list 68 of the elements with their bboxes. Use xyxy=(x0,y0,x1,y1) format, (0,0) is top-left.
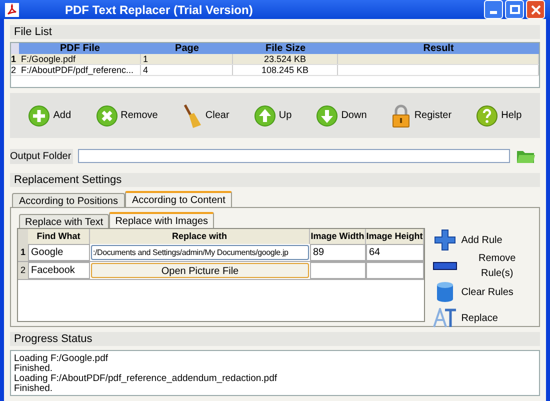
table-cell: Google xyxy=(31,247,64,258)
window-title: PDF Text Replacer (Trial Version) xyxy=(65,2,253,18)
help-icon xyxy=(476,104,498,126)
text-replace-icon xyxy=(433,308,458,328)
action-button[interactable]: Remove Rule(s) xyxy=(433,256,533,276)
tab[interactable]: Replace with Text xyxy=(19,214,110,228)
log-line: Finished. xyxy=(14,384,54,394)
table-cell: F:/AboutPDF/pdf_referenc... xyxy=(21,65,134,75)
rule-row[interactable]: 1 Google :/Documents and Settings/admin/My Documents/google.jp 89 64 xyxy=(18,244,424,262)
close-icon xyxy=(96,104,118,126)
action-button[interactable]: Replace xyxy=(433,308,533,328)
table-cell: 89 xyxy=(313,247,324,258)
file-row[interactable]: 2 F:/AboutPDF/pdf_referenc... 4 108.245 KB xyxy=(11,65,539,76)
row-number: 2 xyxy=(18,262,28,279)
tab[interactable]: According to Content xyxy=(124,191,232,207)
close-button[interactable] xyxy=(526,0,545,19)
minimize-button[interactable] xyxy=(484,0,503,19)
column-header: Page xyxy=(174,43,200,54)
close-icon xyxy=(530,4,540,14)
table-cell: Facebook xyxy=(31,265,75,276)
header-corner xyxy=(11,43,19,54)
picture-path-field[interactable]: :/Documents and Settings/admin/My Documents/google.jp xyxy=(91,245,309,260)
table-cell: 1 xyxy=(143,54,148,64)
open-picture-button[interactable]: Open Picture File xyxy=(91,263,309,278)
table-cell: 64 xyxy=(369,247,380,258)
table-cell: F:/Google.pdf xyxy=(21,54,76,64)
minus-icon xyxy=(433,262,458,270)
table-cell: 23.524 KB xyxy=(264,54,306,64)
maximize-button[interactable] xyxy=(505,0,524,19)
cylinder-icon xyxy=(436,281,454,303)
plus-icon xyxy=(28,104,50,126)
rule-row[interactable]: 2 Facebook Open Picture File xyxy=(18,262,424,280)
section-header: File List xyxy=(10,25,540,39)
output-folder-field[interactable] xyxy=(78,149,510,163)
toolbar-button[interactable]: Help xyxy=(476,104,522,126)
section-header: Replacement Settings xyxy=(10,173,540,187)
log-line: Finished. xyxy=(14,364,54,374)
maximize-icon xyxy=(510,5,520,14)
toolbar-button[interactable]: Clear xyxy=(182,104,230,128)
column-header: PDF File xyxy=(58,43,101,54)
toolbar-button[interactable]: Register xyxy=(391,104,452,128)
row-number: 2 xyxy=(11,65,18,75)
column-header: Result xyxy=(422,43,455,54)
tab[interactable]: Replace with Images xyxy=(109,212,214,228)
action-button[interactable]: Clear Rules xyxy=(433,282,533,302)
field-label: Output Folder xyxy=(10,148,74,164)
toolbar-button[interactable]: Up xyxy=(254,104,292,126)
header-corner xyxy=(18,229,28,244)
row-number: 1 xyxy=(11,54,18,64)
padlock-icon xyxy=(391,104,412,128)
plus-icon xyxy=(434,229,456,251)
log-line: Loading F:/AboutPDF/pdf_reference_addendum_redaction.pdf xyxy=(14,374,278,384)
toolbar-button[interactable]: Down xyxy=(316,104,367,126)
row-number: 1 xyxy=(18,244,28,261)
toolbar-button[interactable]: Add xyxy=(28,104,72,126)
column-header: File Size xyxy=(264,43,306,54)
action-button[interactable]: Add Rule xyxy=(433,230,533,250)
folder-icon[interactable] xyxy=(516,148,536,164)
tab[interactable]: According to Positions xyxy=(12,193,125,207)
broom-icon xyxy=(182,104,202,128)
section-header: Progress Status xyxy=(10,332,540,346)
table-cell: 108.245 KB xyxy=(261,65,309,75)
minimize-icon xyxy=(490,11,497,14)
toolbar-button[interactable]: Remove xyxy=(96,104,158,126)
file-row[interactable]: 1 F:/Google.pdf 1 23.524 KB xyxy=(11,54,539,65)
pdf-icon xyxy=(5,2,19,16)
table-cell: 4 xyxy=(143,65,148,75)
log-line: Loading F:/Google.pdf xyxy=(14,354,110,364)
